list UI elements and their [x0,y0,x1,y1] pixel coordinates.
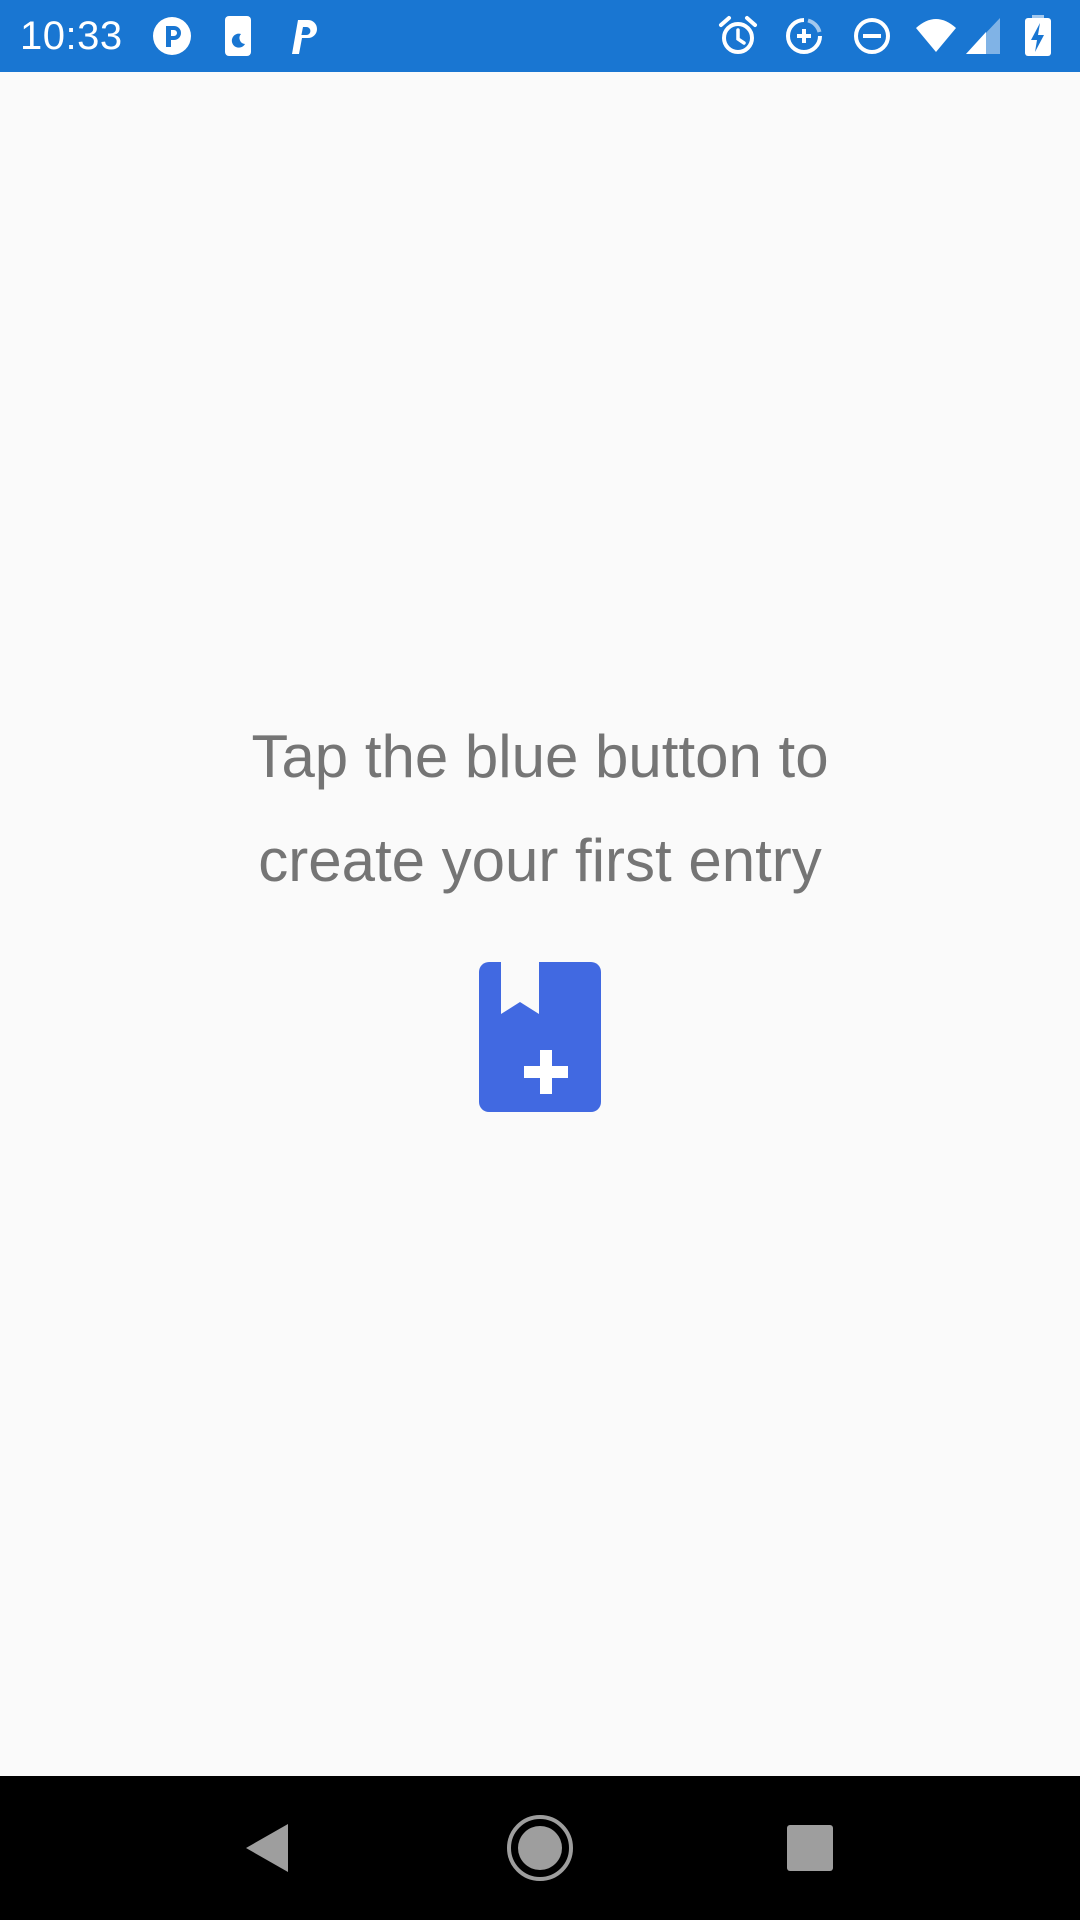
back-icon[interactable] [224,1804,312,1892]
empty-message-line1: Tap the blue button to [251,723,829,790]
home-icon[interactable] [496,1804,584,1892]
do-not-disturb-icon [850,14,894,58]
status-bar: 10:33 [0,0,1080,72]
recents-icon[interactable] [766,1804,854,1892]
night-mode-icon [216,14,260,58]
alarm-icon [716,14,760,58]
empty-message-line2: create your first entry [258,827,822,894]
main-content: Tap the blue button to create your first… [0,72,1080,1776]
battery-charging-icon [1016,14,1060,58]
empty-state-message: Tap the blue button to create your first… [140,705,940,913]
parking-icon [150,14,194,58]
navigation-bar [0,1776,1080,1920]
parking-p-icon [282,14,326,58]
wifi-icon [914,14,958,58]
data-saver-icon [782,14,826,58]
bookmark-add-icon [479,962,601,1112]
cell-signal-icon [962,14,1006,58]
status-time: 10:33 [20,14,123,58]
